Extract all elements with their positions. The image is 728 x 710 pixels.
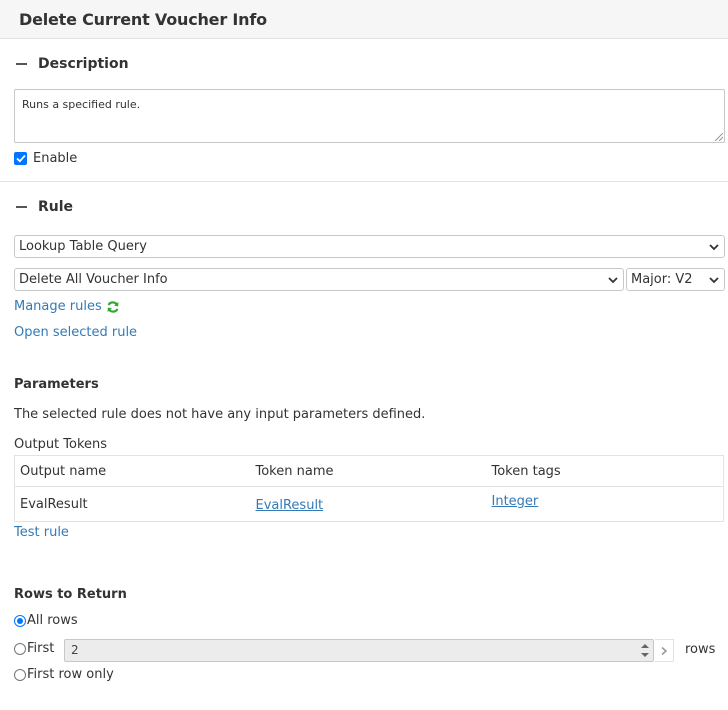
all-rows-radio[interactable] — [14, 614, 26, 627]
first-row-only-label: First row only — [27, 667, 114, 682]
rule-type-select[interactable]: Lookup Table Query — [14, 235, 725, 258]
table-row: EvalResult EvalResult Integer — [14, 486, 724, 522]
first-row-only-radio[interactable] — [14, 668, 26, 681]
test-rule-link[interactable]: Test rule — [14, 525, 69, 540]
page-title: Delete Current Voucher Info — [19, 9, 267, 29]
rule-section-header[interactable]: Rule — [0, 182, 728, 232]
output-tokens-table-wrap: Output name Token name Token tags EvalRe… — [0, 455, 724, 522]
step-forward-button[interactable] — [655, 639, 674, 662]
rule-name-value: Delete All Voucher Info — [19, 272, 168, 287]
chevron-down-icon — [709, 276, 719, 283]
token-tags-link[interactable]: Integer — [492, 494, 539, 509]
parameters-label: Parameters — [14, 377, 99, 392]
token-tags-cell: Integer — [486, 486, 724, 522]
description-section-header[interactable]: Description — [0, 39, 728, 89]
rows-suffix-label: rows — [685, 642, 716, 657]
all-rows-option[interactable]: All rows — [14, 613, 78, 628]
chevron-right-icon — [661, 646, 668, 655]
column-header-output-name: Output name — [14, 455, 251, 487]
version-select[interactable]: Major: V2 — [626, 268, 725, 291]
first-rows-value: 2 — [71, 643, 79, 657]
chevron-down-icon — [608, 276, 618, 283]
output-tokens-label: Output Tokens — [14, 437, 108, 452]
rule-name-select[interactable]: Delete All Voucher Info — [14, 268, 624, 291]
token-name-cell: EvalResult — [250, 486, 487, 522]
enable-checkbox[interactable] — [14, 151, 27, 165]
resize-grip-icon[interactable] — [715, 133, 723, 141]
first-radio[interactable] — [14, 642, 26, 655]
enable-row: Enable — [14, 147, 728, 169]
description-label: Description — [38, 56, 129, 72]
all-rows-label: All rows — [27, 613, 78, 628]
rule-type-value: Lookup Table Query — [19, 239, 147, 254]
header: Delete Current Voucher Info — [0, 0, 728, 39]
manage-rules-link[interactable]: Manage rules — [14, 299, 102, 314]
token-name-link[interactable]: EvalResult — [256, 498, 324, 513]
parameters-text: The selected rule does not have any inpu… — [14, 407, 426, 422]
output-name-cell: EvalResult — [14, 486, 251, 522]
collapse-icon[interactable] — [16, 63, 27, 65]
column-header-token-tags: Token tags — [486, 455, 724, 487]
description-textarea[interactable]: Runs a specified rule. — [14, 89, 725, 143]
rows-to-return-label: Rows to Return — [14, 587, 127, 602]
manage-rules-row: Manage rules — [14, 299, 120, 314]
version-value: Major: V2 — [631, 272, 693, 287]
checkmark-icon — [15, 154, 26, 162]
chevron-down-icon — [709, 243, 719, 250]
output-tokens-table: Output name Token name Token tags EvalRe… — [14, 455, 724, 522]
rule-label: Rule — [38, 199, 74, 215]
first-option[interactable]: First — [14, 641, 54, 656]
collapse-icon[interactable] — [16, 206, 27, 208]
enable-label: Enable — [33, 150, 78, 166]
description-text: Runs a specified rule. — [22, 98, 141, 111]
first-row-only-option[interactable]: First row only — [14, 667, 114, 682]
first-label: First — [27, 641, 55, 656]
spinner-icon[interactable] — [639, 642, 651, 659]
open-selected-rule-link[interactable]: Open selected rule — [14, 325, 137, 340]
first-rows-input[interactable]: 2 — [64, 639, 654, 662]
refresh-icon[interactable] — [106, 300, 120, 314]
column-header-token-name: Token name — [250, 455, 487, 487]
table-header-row: Output name Token name Token tags — [14, 455, 724, 487]
